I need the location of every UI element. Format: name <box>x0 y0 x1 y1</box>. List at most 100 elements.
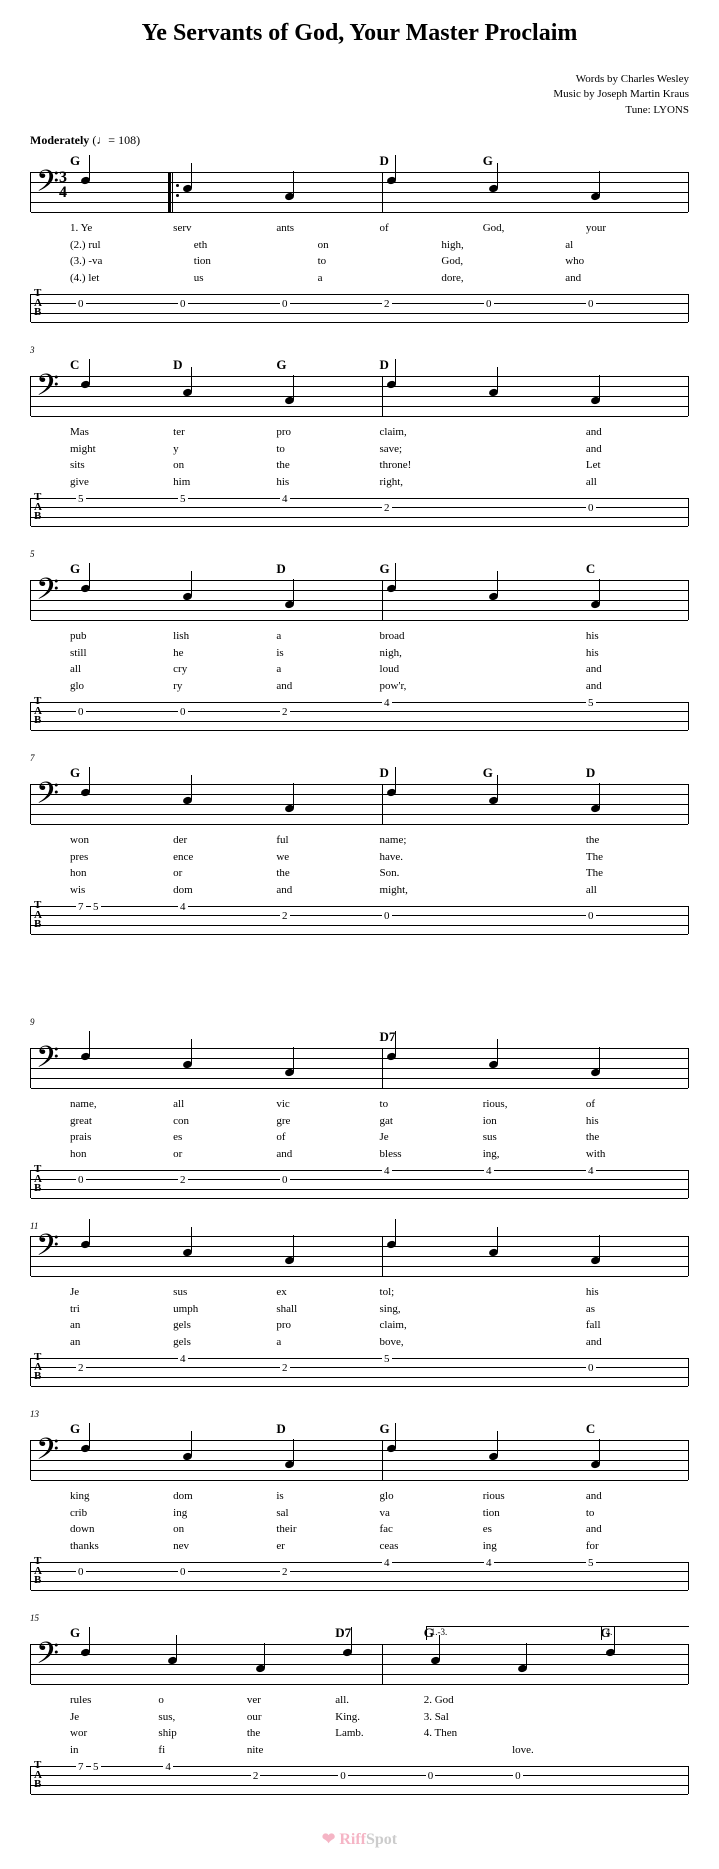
lyric-syllable: fall <box>586 1317 689 1334</box>
lyric-line: (3.) -vationtoGod,who <box>70 253 689 270</box>
lyric-syllable: pow'r, <box>380 678 483 695</box>
tab-fret-number: 5 <box>178 493 188 505</box>
tab-fret-number: 0 <box>426 1770 436 1782</box>
lyric-syllable: ver <box>247 1692 335 1709</box>
lyric-syllable: hon <box>70 1146 173 1163</box>
tab-label: TAB <box>34 697 42 725</box>
note-stem <box>395 1219 396 1244</box>
lyric-line: cribingsalvationto <box>70 1505 689 1522</box>
music-credit: Music by Joseph Martin Kraus <box>30 87 689 102</box>
lyric-syllable: their <box>276 1521 379 1538</box>
note-stem <box>351 1627 352 1652</box>
note-stem <box>293 783 294 808</box>
lyric-syllable <box>483 457 586 474</box>
lyric-syllable: the <box>276 865 379 882</box>
lyric-syllable: der <box>173 832 276 849</box>
lyric-syllable: or <box>173 865 276 882</box>
tab-fret-number: 5 <box>586 1557 596 1569</box>
lyric-syllable: all <box>586 474 689 491</box>
lyric-syllable: might <box>70 441 173 458</box>
music-system: 11𝄢Jesusextol;histriumphshallsing,asange… <box>30 1233 689 1386</box>
chord-symbol: D <box>586 765 689 781</box>
lyric-syllable: won <box>70 832 173 849</box>
lyric-syllable: an <box>70 1334 173 1351</box>
lyric-syllable: gels <box>173 1334 276 1351</box>
lyric-syllable: on <box>173 1521 276 1538</box>
lyric-syllable: an <box>70 1317 173 1334</box>
note-stem <box>89 155 90 180</box>
lyric-syllable: of <box>276 1129 379 1146</box>
music-system: 7GDGD𝄢wonderfulname;thepresencewehave.Th… <box>30 765 689 934</box>
tab-fret-number: 4 <box>484 1165 494 1177</box>
lyric-syllable: pub <box>70 628 173 645</box>
tab-fret-number: 0 <box>76 1566 86 1578</box>
lyric-syllable: er <box>276 1538 379 1555</box>
lyric-syllable: and <box>586 441 689 458</box>
tab-fret-number: 0 <box>280 298 290 310</box>
chord-symbol: G <box>276 357 379 373</box>
lyric-syllable: save; <box>380 441 483 458</box>
lyric-line: angelsabove,and <box>70 1334 689 1351</box>
lyric-syllable: bove, <box>380 1334 483 1351</box>
note-stem <box>599 171 600 196</box>
tab-label: TAB <box>34 493 42 521</box>
lyric-line: Jesusextol;his <box>70 1284 689 1301</box>
chord-symbol: C <box>586 1421 689 1437</box>
bass-clef-icon: 𝄢 <box>36 1636 59 1679</box>
bass-clef-icon: 𝄢 <box>36 164 59 207</box>
lyric-syllable: and <box>276 678 379 695</box>
lyric-syllable: tion <box>483 1505 586 1522</box>
chord-symbol <box>586 1029 689 1045</box>
lyric-line: allcryaloudand <box>70 661 689 678</box>
note-stem <box>599 1235 600 1260</box>
lyric-syllable: and <box>276 882 379 899</box>
lyric-syllable: throne! <box>380 457 483 474</box>
tab-label: TAB <box>34 1353 42 1381</box>
lyric-syllable: king <box>70 1488 173 1505</box>
lyric-syllable: might, <box>380 882 483 899</box>
notation-staff: 𝄢34 <box>30 172 689 212</box>
chord-symbol <box>173 153 276 169</box>
lyric-syllable: and <box>586 678 689 695</box>
tab-staff: TAB00245 <box>30 702 689 730</box>
chord-row: GDGC <box>30 561 689 577</box>
measure-number: 3 <box>30 345 35 355</box>
tab-label: TAB <box>34 1557 42 1585</box>
lyric-syllable: down <box>70 1521 173 1538</box>
note-stem <box>264 1643 265 1668</box>
bass-clef-icon: 𝄢 <box>36 776 59 819</box>
tab-fret-number: 4 <box>382 1165 392 1177</box>
lyric-syllable: 2. God <box>424 1692 512 1709</box>
tab-fret-number: 5 <box>382 1353 392 1365</box>
lyric-syllable: umph <box>173 1301 276 1318</box>
lyric-syllable: God, <box>483 220 586 237</box>
lyric-syllable <box>335 1742 423 1759</box>
lyric-syllable: The <box>586 849 689 866</box>
lyric-syllable: prais <box>70 1129 173 1146</box>
notation-staff: 𝄢 <box>30 376 689 416</box>
lyric-syllable: with <box>586 1146 689 1163</box>
lyric-line: angelsproclaim,fall <box>70 1317 689 1334</box>
lyric-syllable: sal <box>276 1505 379 1522</box>
lyric-syllable: to <box>318 253 442 270</box>
lyric-syllable: nite <box>247 1742 335 1759</box>
lyric-syllable: to <box>276 441 379 458</box>
chord-symbol <box>276 765 379 781</box>
chord-symbol: G <box>70 1625 158 1641</box>
tab-fret-number: 5 <box>91 901 101 913</box>
lyric-syllable <box>483 1284 586 1301</box>
tab-fret-number: 0 <box>280 1174 290 1186</box>
lyrics-block: name,allvictorious,ofgreatcongregationhi… <box>30 1096 689 1162</box>
music-system: GDG𝄢341. YeservantsofGod,your(2.) ruleth… <box>30 153 689 322</box>
tab-fret-number: 0 <box>586 910 596 922</box>
chord-symbol: D <box>276 561 379 577</box>
lyric-line: praisesofJesusthe <box>70 1129 689 1146</box>
lyric-syllable: all. <box>335 1692 423 1709</box>
lyric-syllable: his <box>586 645 689 662</box>
lyric-syllable: our <box>247 1709 335 1726</box>
chord-symbol <box>247 1625 335 1641</box>
lyric-syllable: love. <box>512 1742 600 1759</box>
note-stem <box>89 1627 90 1652</box>
lyric-syllable <box>601 1692 689 1709</box>
lyric-line: wonderfulname;the <box>70 832 689 849</box>
